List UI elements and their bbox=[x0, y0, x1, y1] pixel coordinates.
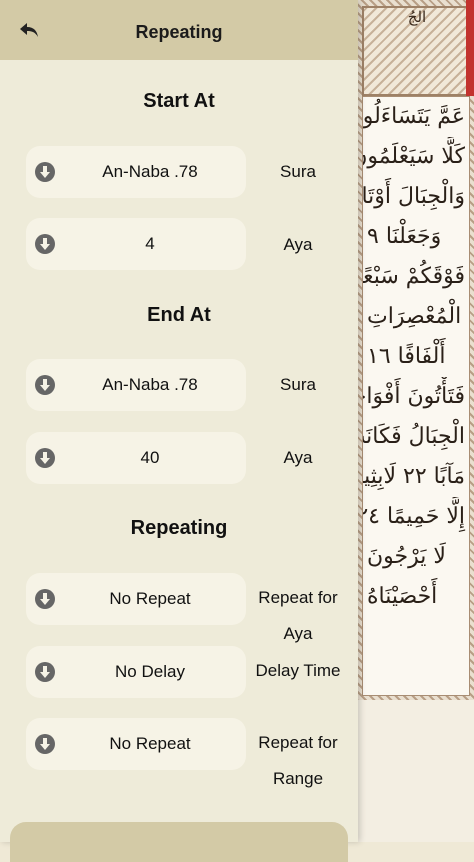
end-sura-select[interactable]: An-Naba .78 bbox=[26, 359, 246, 411]
start-sura-value: An-Naba .78 bbox=[102, 162, 198, 181]
quran-line: أَحْصَيْنَاهُ bbox=[367, 584, 438, 609]
start-at-heading: Start At bbox=[143, 90, 215, 112]
download-circle-icon bbox=[35, 234, 55, 254]
end-aya-select[interactable]: 40 bbox=[26, 432, 246, 484]
repeat-range-value: No Repeat bbox=[109, 734, 191, 753]
quran-line: أَلْفَافًا ١٦ bbox=[367, 344, 446, 369]
repeat-aya-label-line1: Repeat for bbox=[258, 588, 338, 607]
delay-time-value: No Delay bbox=[115, 662, 185, 681]
quran-line: مَآبًا ٢٢ لَابِثِينَ bbox=[363, 464, 465, 489]
end-sura-label: Sura bbox=[280, 375, 316, 394]
download-circle-icon bbox=[35, 375, 55, 395]
end-aya-label: Aya bbox=[283, 448, 313, 467]
bookmark-ribbon bbox=[466, 0, 474, 96]
repeating-heading: Repeating bbox=[130, 517, 228, 539]
repeating-panel: Repeating Start At An-Naba .78 Sura 4 Ay… bbox=[0, 0, 358, 862]
quran-line: وَجَعَلْنَا ٩ bbox=[367, 224, 442, 249]
quran-line: الْجِبَالُ فَكَانَتْ bbox=[363, 424, 465, 449]
end-at-heading: End At bbox=[147, 304, 211, 326]
panel-header: Repeating bbox=[0, 0, 358, 60]
quran-text-area: عَمَّ يَتَسَاءَلُونَ كَلَّا سَيَعْلَمُون… bbox=[362, 96, 470, 696]
start-aya-value: 4 bbox=[145, 234, 155, 253]
delay-time-label: Delay Time bbox=[255, 661, 341, 680]
repeat-aya-label: Repeat for Aya bbox=[248, 580, 348, 652]
start-aya-label: Aya bbox=[283, 235, 313, 254]
quran-juz-header: الجُ bbox=[407, 8, 427, 26]
start-sura-select[interactable]: An-Naba .78 bbox=[26, 146, 246, 198]
start-aya-select[interactable]: 4 bbox=[26, 218, 246, 270]
download-circle-icon bbox=[35, 662, 55, 682]
quran-line: إِلَّا حَمِيمًا ٢٤ bbox=[363, 504, 465, 529]
repeat-range-select[interactable]: No Repeat bbox=[26, 718, 246, 770]
end-sura-value: An-Naba .78 bbox=[102, 375, 198, 394]
end-aya-value: 40 bbox=[140, 448, 160, 467]
quran-line: فَوْقَكُمْ سَبْعًا bbox=[363, 264, 465, 289]
repeat-aya-label-line2: Aya bbox=[283, 624, 313, 643]
page-title: Repeating bbox=[135, 22, 223, 42]
delay-time-select[interactable]: No Delay bbox=[26, 646, 246, 698]
repeat-range-label-line1: Repeat for bbox=[258, 733, 338, 752]
quran-line: وَالْجِبَالَ أَوْتَادًا bbox=[363, 184, 465, 209]
download-circle-icon bbox=[35, 448, 55, 468]
download-circle-icon bbox=[35, 162, 55, 182]
download-circle-icon bbox=[35, 589, 55, 609]
repeat-range-label: Repeat for Range bbox=[248, 725, 348, 797]
quran-line: كَلَّا سَيَعْلَمُونَ bbox=[363, 144, 465, 169]
quran-line: لَا يَرْجُونَ bbox=[367, 544, 446, 569]
repeat-aya-value: No Repeat bbox=[109, 589, 191, 608]
quran-line: الْمُعْصِرَاتِ bbox=[367, 304, 462, 329]
download-circle-icon bbox=[35, 734, 55, 754]
quran-line: عَمَّ يَتَسَاءَلُونَ bbox=[363, 104, 465, 129]
quran-line: فَتَأْتُونَ أَفْوَاجًا bbox=[363, 384, 465, 409]
start-repeat-button[interactable] bbox=[10, 822, 348, 862]
repeat-range-label-line2: Range bbox=[272, 769, 324, 788]
start-sura-label: Sura bbox=[280, 162, 316, 181]
page-margin-bottom bbox=[356, 700, 474, 842]
repeat-aya-select[interactable]: No Repeat bbox=[26, 573, 246, 625]
